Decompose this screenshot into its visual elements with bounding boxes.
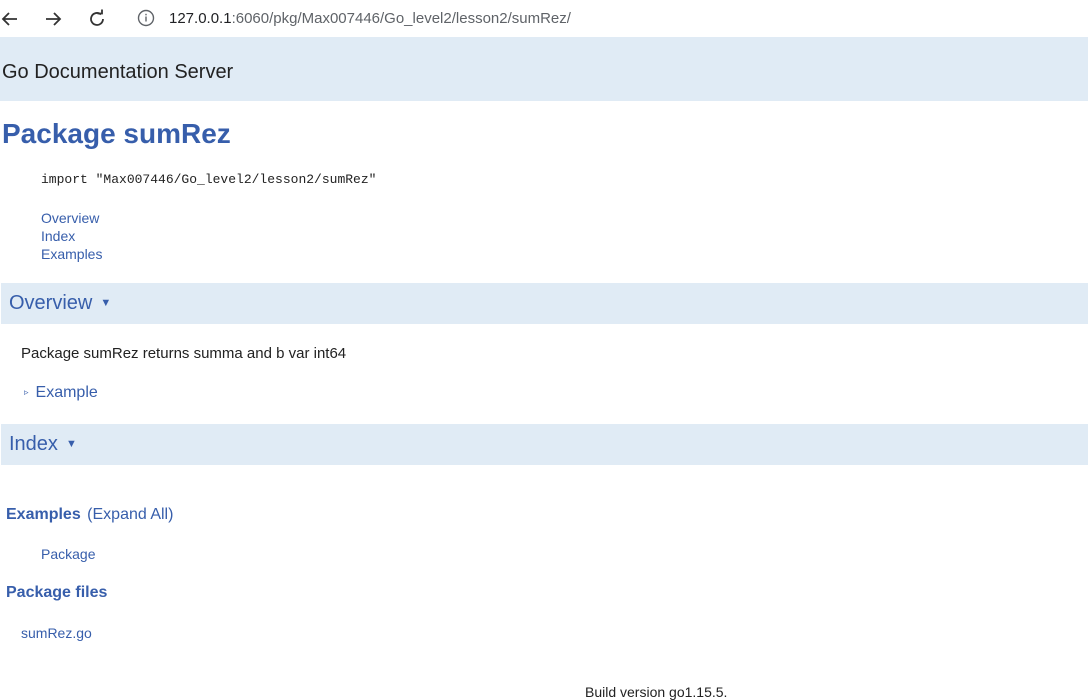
index-heading: Index (9, 433, 58, 455)
url-text[interactable]: 127.0.0.1:6060/pkg/Max007446/Go_level2/l… (169, 10, 571, 27)
site-header: Go Documentation Server (0, 37, 1088, 101)
reload-icon (90, 9, 104, 26)
overview-section-header: Overview ▼ (1, 283, 1088, 324)
toc-link-examples[interactable]: Examples (41, 246, 102, 262)
example-link-package[interactable]: Package (41, 546, 95, 562)
toc-link-index[interactable]: Index (41, 228, 75, 244)
index-toggle[interactable]: Index ▼ (9, 433, 77, 456)
package-files-heading: Package files (6, 584, 108, 601)
package-description: Package sumRez returns summa and b var i… (21, 345, 347, 362)
index-section-header: Index ▼ (1, 424, 1088, 465)
back-button[interactable] (0, 5, 24, 33)
overview-heading: Overview (9, 292, 93, 314)
caret-down-icon: ▼ (100, 297, 112, 309)
example-toggle[interactable]: ▹ Example (24, 384, 98, 402)
address-bar[interactable]: 127.0.0.1:6060/pkg/Max007446/Go_level2/l… (126, 3, 1088, 33)
example-toggle-label: Example (35, 384, 98, 401)
examples-heading: Examples (6, 506, 81, 523)
build-version: Build version go1.15.5. (585, 684, 728, 700)
import-statement: import "Max007446/Go_level2/lesson2/sumR… (41, 172, 377, 187)
reload-button[interactable] (83, 5, 111, 33)
forward-button[interactable] (39, 5, 67, 33)
toc-link-overview[interactable]: Overview (41, 210, 99, 226)
file-link-sumrez[interactable]: sumRez.go (21, 625, 92, 641)
overview-toggle[interactable]: Overview ▼ (9, 292, 111, 315)
page-title: Package sumRez (2, 118, 231, 149)
expand-all-link[interactable]: (Expand All) (87, 506, 173, 523)
url-host: 127.0.0.1 (169, 10, 232, 27)
url-path: :6060/pkg/Max007446/Go_level2/lesson2/su… (231, 10, 571, 27)
caret-down-icon: ▼ (65, 438, 77, 450)
examples-heading-row: Examples (Expand All) (6, 506, 173, 524)
info-icon[interactable] (137, 9, 155, 27)
back-arrow-icon (1, 12, 17, 26)
browser-toolbar: 127.0.0.1:6060/pkg/Max007446/Go_level2/l… (0, 0, 1088, 37)
triangle-right-icon: ▹ (24, 387, 29, 397)
site-title-link[interactable]: Go Documentation Server (2, 61, 233, 84)
forward-arrow-icon (46, 12, 62, 26)
